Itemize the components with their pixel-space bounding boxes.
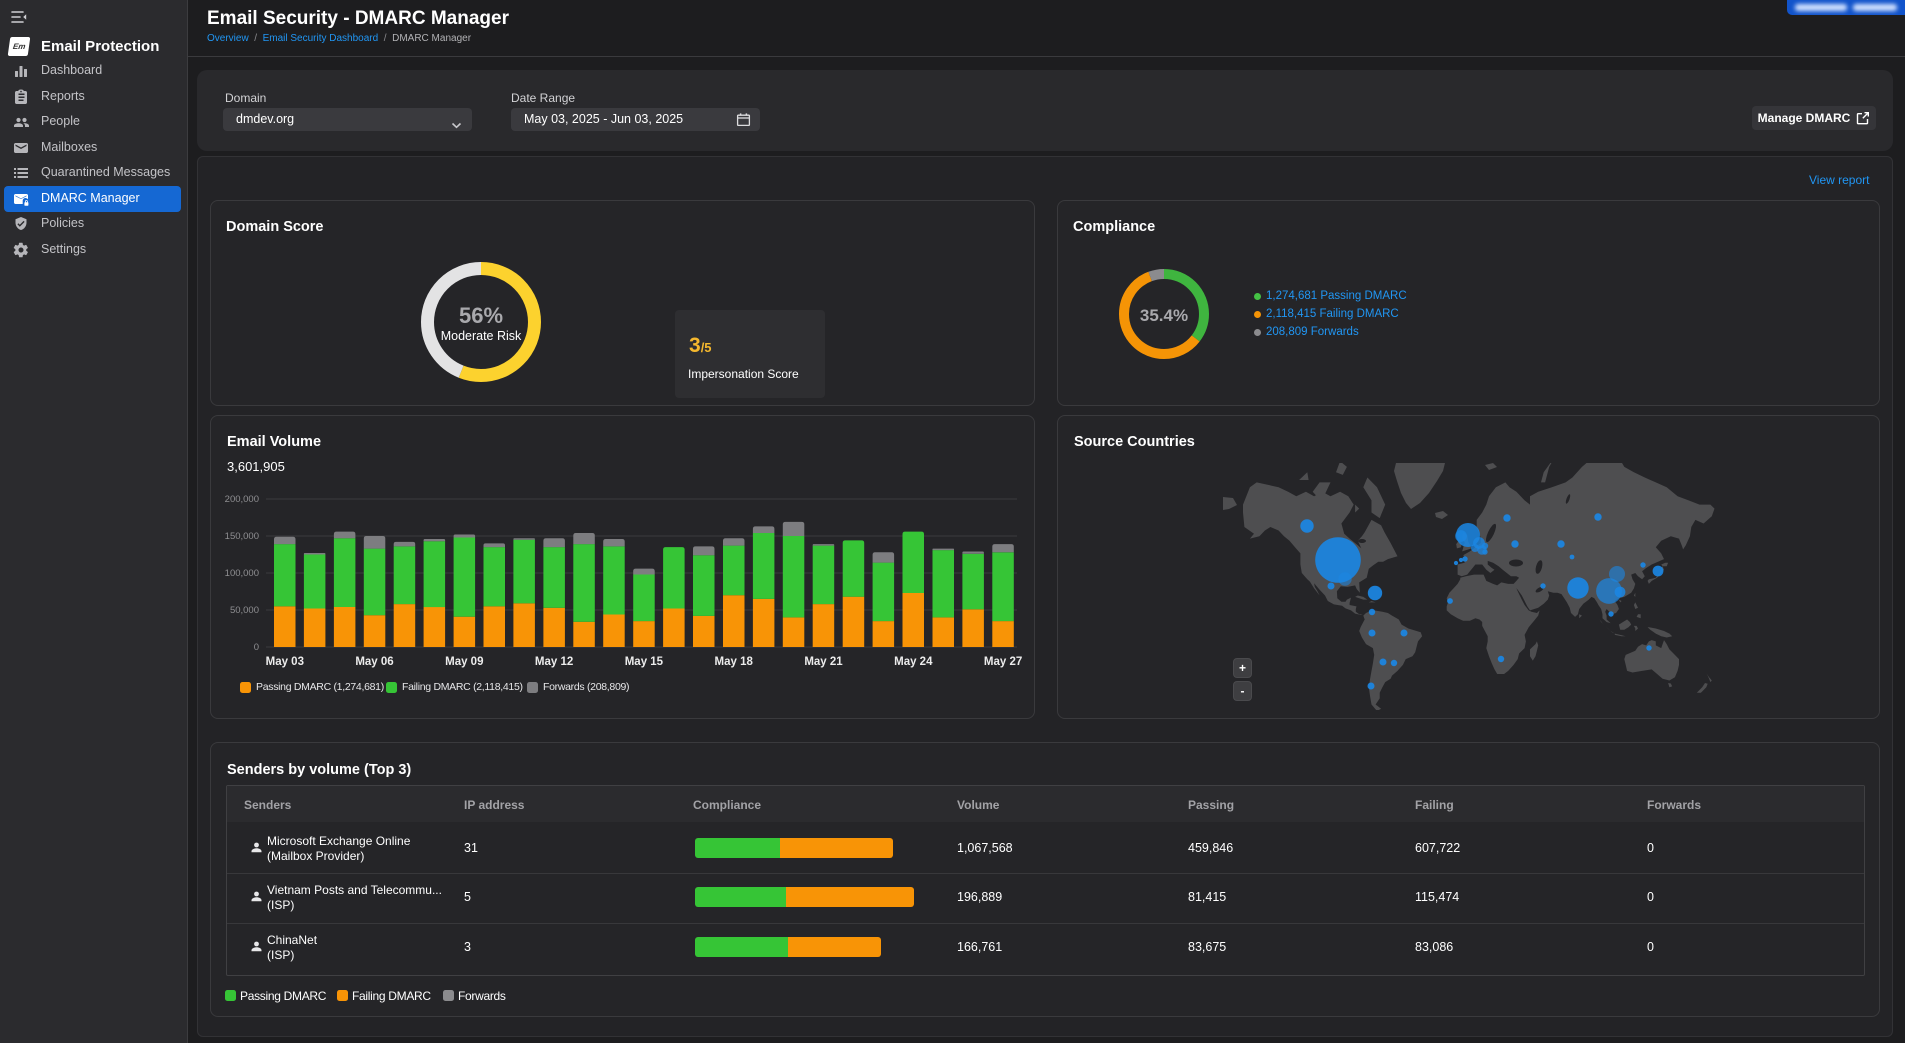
svg-text:May 24: May 24 [894,656,933,668]
svg-text:May 12: May 12 [535,656,573,668]
svg-text:May 09: May 09 [445,656,483,668]
svg-text:May 03: May 03 [266,656,304,668]
svg-text:200,000: 200,000 [225,494,259,505]
svg-text:0: 0 [254,642,259,653]
svg-text:May 06: May 06 [355,656,393,668]
svg-text:50,000: 50,000 [230,605,259,616]
svg-text:May 21: May 21 [804,656,843,668]
svg-text:May 27: May 27 [984,656,1022,668]
svg-text:May 18: May 18 [715,656,754,668]
svg-text:150,000: 150,000 [225,531,259,542]
svg-text:May 15: May 15 [625,656,664,668]
svg-text:100,000: 100,000 [225,568,259,579]
